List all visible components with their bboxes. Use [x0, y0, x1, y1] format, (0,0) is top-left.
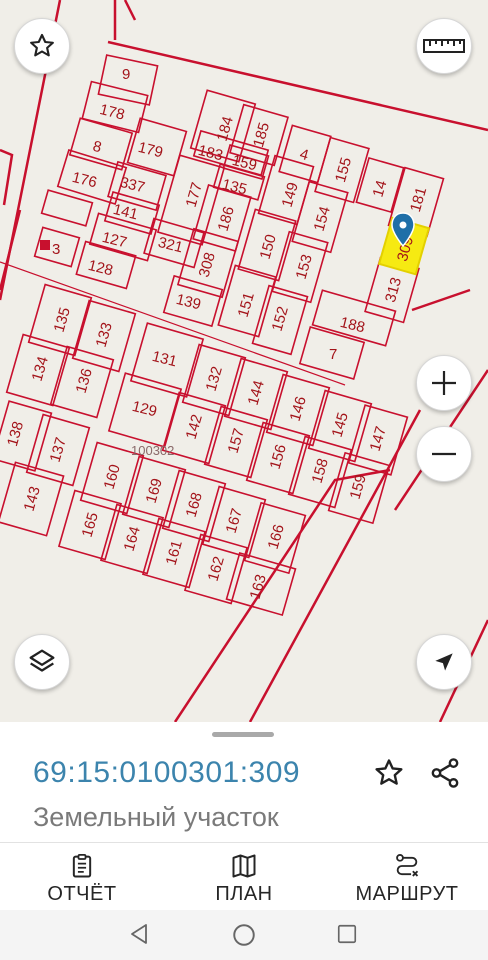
route-icon — [396, 853, 419, 877]
parcel-label: 169 — [143, 477, 166, 506]
parcel-label: 162 — [205, 555, 228, 584]
sheet-drag-handle[interactable] — [212, 732, 274, 737]
layers-icon — [29, 649, 55, 672]
parcel-label: 14 — [370, 178, 391, 199]
parcel-label: 176 — [70, 169, 98, 192]
parcel-label: 128 — [86, 257, 114, 280]
parcel-label: 136 — [73, 367, 96, 396]
parcel-label: 143 — [21, 485, 44, 514]
parcel-map[interactable]: 9 178 184 185 8 179 183 159 4 155 176 33… — [0, 0, 488, 722]
parcel-label: 145 — [329, 411, 352, 440]
parcel-label: 154 — [311, 205, 334, 234]
nav-plan-label: ПЛАН — [215, 883, 273, 905]
parcel-label: 4 — [298, 146, 311, 165]
parcel-label: 186 — [215, 205, 238, 234]
parcel-label: 133 — [93, 321, 116, 350]
parcel-label: 3 — [52, 241, 60, 258]
parcel-label: 164 — [121, 525, 144, 554]
parcel-label: 9 — [122, 66, 130, 83]
cadastral-number: 69:15:0100301:309 — [33, 756, 301, 789]
parcel-label: 166 — [265, 523, 288, 552]
nav-route[interactable]: МАРШРУТ — [350, 843, 464, 911]
parcel-label: 337 — [118, 174, 146, 197]
parcel-marker-square — [40, 240, 50, 250]
home-circle-icon[interactable] — [231, 922, 257, 948]
nav-report[interactable]: ОТЧЁТ — [32, 843, 132, 911]
parcel-label: 160 — [101, 463, 124, 492]
recents-square-icon[interactable] — [336, 923, 358, 945]
parcel-label: 168 — [183, 491, 206, 520]
back-triangle-icon[interactable] — [128, 922, 152, 946]
bottom-navigation: ОТЧЁТ ПЛАН МАРШРУТ — [0, 842, 488, 911]
parcel-label: 155 — [332, 156, 355, 185]
share-icon[interactable] — [428, 756, 462, 790]
parcel-label: 152 — [269, 305, 292, 334]
parcel-label: 150 — [257, 233, 280, 262]
parcel-label: 7 — [329, 346, 337, 363]
parcel-label: 137 — [47, 436, 70, 465]
object-type: Земельный участок — [33, 802, 279, 832]
zoom-out-button[interactable] — [416, 426, 472, 482]
star-outline-icon[interactable] — [372, 756, 406, 790]
system-navigation-bar — [0, 910, 488, 960]
star-icon — [30, 33, 54, 57]
map-icon — [232, 854, 256, 878]
layers-button[interactable] — [14, 634, 70, 690]
block-label: 100302 — [131, 443, 174, 458]
info-sheet[interactable]: 69:15:0100301:309 Земельный участок — [0, 722, 488, 842]
parcel-label: 165 — [79, 511, 102, 540]
parcel-label: 181 — [407, 185, 430, 214]
nav-report-label: ОТЧЁТ — [47, 883, 117, 905]
parcel-label: 134 — [29, 355, 52, 384]
parcel-label: 156 — [267, 443, 290, 472]
parcel-label: 149 — [279, 181, 302, 210]
parcel-label: 142 — [183, 413, 206, 442]
map-view[interactable]: 9 178 184 185 8 179 183 159 4 155 176 33… — [0, 0, 488, 722]
nav-route-label: МАРШРУТ — [355, 883, 459, 905]
parcel-label: 147 — [367, 425, 390, 454]
parcel-label: 135 — [51, 306, 74, 335]
parcel-label: 178 — [98, 101, 126, 124]
plus-icon — [432, 371, 456, 395]
parcel-label: 163 — [247, 573, 270, 602]
parcel-label: 157 — [225, 427, 248, 456]
parcel-label: 185 — [250, 121, 273, 150]
parcel-label: 135 — [220, 176, 248, 199]
parcel-label: 138 — [4, 420, 27, 449]
ruler-icon — [423, 39, 465, 53]
parcel-label: 151 — [235, 291, 258, 320]
parcel-label: 158 — [309, 457, 332, 486]
favorite-button[interactable] — [14, 18, 70, 74]
parcel-label: 153 — [293, 253, 316, 282]
ruler-button[interactable] — [416, 18, 472, 74]
parcel-label: 161 — [163, 539, 186, 568]
locate-button[interactable] — [416, 634, 472, 690]
minus-icon — [432, 452, 456, 456]
parcel-label: 167 — [223, 507, 246, 536]
parcel-label: 139 — [174, 291, 202, 314]
parcel-label: 131 — [150, 348, 178, 371]
nav-plan[interactable]: ПЛАН — [194, 843, 294, 911]
navigation-arrow-icon — [435, 653, 453, 671]
parcel-label: 179 — [136, 139, 164, 162]
parcel-label: 144 — [245, 379, 268, 408]
parcel-label: 146 — [287, 395, 310, 424]
parcel-label: 308 — [196, 251, 219, 280]
parcel-label: 8 — [91, 138, 103, 157]
parcel-label: 313 — [382, 276, 405, 305]
parcel-label: 132 — [203, 365, 226, 394]
parcel-label: 129 — [130, 398, 158, 421]
report-icon — [72, 854, 92, 878]
parcel-label: 321 — [156, 234, 184, 257]
zoom-in-button[interactable] — [416, 355, 472, 411]
